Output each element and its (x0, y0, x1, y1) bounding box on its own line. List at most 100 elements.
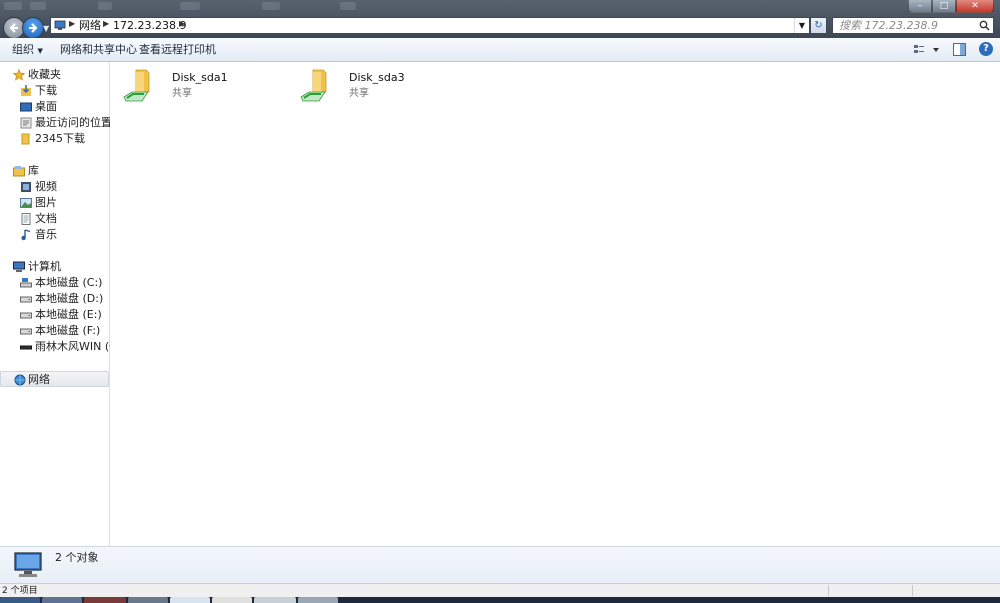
navigation-pane: 收藏夹 下载 桌面 最近访问的位置 2345下载 库 视频 图片 文档 音乐 计… (0, 62, 126, 546)
change-view-button[interactable] (913, 44, 941, 56)
folder-name: Disk_sda1 (172, 71, 228, 84)
address-history-dropdown[interactable]: ▼ (794, 18, 809, 33)
sidebar-item-label: 视频 (35, 180, 57, 193)
titlebar-decoration (340, 2, 356, 10)
recent-places-icon (20, 117, 32, 129)
organize-button[interactable]: 组织 ▼ (12, 43, 43, 58)
network-computer-icon (14, 552, 42, 577)
shared-folder-item[interactable]: Disk_sda3 共享 (299, 68, 479, 104)
refresh-icon: ↻ (814, 20, 823, 31)
search-input[interactable]: 搜索 172.23.238.9 (832, 17, 994, 34)
sidebar-item-downloads[interactable]: 下载 (0, 83, 109, 99)
sidebar-network-header[interactable]: 网络 (0, 371, 109, 387)
sidebar-computer-header[interactable]: 计算机 (0, 259, 109, 275)
remote-printers-button[interactable]: 查看远程打印机 (139, 43, 216, 57)
breadcrumb-host[interactable]: 172.23.238.9 (113, 19, 186, 33)
view-options-icon (914, 45, 939, 53)
address-bar[interactable]: ▶ 网络 ▶ 172.23.238.9 ▶ ▼ (50, 17, 810, 34)
breadcrumb-arrow-icon[interactable]: ▶ (179, 19, 185, 28)
maximize-button[interactable]: □ (932, 0, 956, 13)
sidebar-item-recent-places[interactable]: 最近访问的位置 (0, 115, 112, 131)
breadcrumb-arrow-icon[interactable]: ▶ (69, 19, 75, 28)
sidebar-item-videos[interactable]: 视频 (0, 179, 109, 195)
taskbar-button[interactable] (298, 597, 338, 603)
preview-pane-icon (953, 43, 966, 56)
preview-pane-button[interactable] (953, 43, 966, 59)
command-bar: 组织 ▼ 网络和共享中心 查看远程打印机 ? (0, 38, 1000, 62)
sidebar-section-title: 库 (28, 164, 39, 177)
sidebar-item-2345-downloads[interactable]: 2345下载 (0, 131, 109, 147)
taskbar-button[interactable] (128, 597, 168, 603)
hard-drive-icon (20, 312, 32, 319)
taskbar-button[interactable] (212, 597, 252, 603)
arrow-left-icon (9, 23, 18, 33)
taskbar-button[interactable] (254, 597, 296, 603)
sidebar-section-title: 网络 (28, 373, 50, 386)
taskbar-button[interactable] (84, 597, 126, 603)
shared-folder-icon (123, 69, 150, 102)
help-button[interactable]: ? (979, 42, 993, 56)
sidebar-favorites-header[interactable]: 收藏夹 (0, 67, 109, 83)
documents-icon (21, 213, 31, 225)
window-titlebar: – □ ✕ ▼ ▶ 网络 ▶ 172.23.238.9 ▶ ▼ ↻ 搜索 172… (0, 0, 1000, 39)
taskbar-button[interactable] (0, 597, 40, 603)
sidebar-item-drive-d[interactable]: 本地磁盘 (D:) (0, 291, 109, 307)
folder-subtitle: 共享 (172, 88, 192, 99)
forward-button[interactable] (22, 17, 44, 39)
shared-folder-item[interactable]: Disk_sda1 共享 (122, 68, 302, 104)
hard-drive-icon (20, 296, 32, 303)
videos-icon (21, 182, 31, 192)
titlebar-decoration (4, 2, 22, 10)
sidebar-item-desktop[interactable]: 桌面 (0, 99, 109, 115)
taskbar-button[interactable] (170, 597, 210, 603)
sidebar-item-label: 音乐 (35, 228, 57, 241)
sidebar-item-label: 本地磁盘 (D:) (35, 292, 104, 305)
file-list[interactable]: Disk_sda1 共享 Disk_sda3 共享 (110, 62, 1000, 546)
titlebar-decoration (262, 2, 280, 10)
breadcrumb-arrow-icon[interactable]: ▶ (103, 19, 109, 28)
sidebar-item-label: 最近访问的位置 (35, 116, 112, 129)
breadcrumb-network[interactable]: 网络 (79, 19, 101, 33)
search-icon[interactable] (979, 20, 990, 31)
recent-pages-dropdown[interactable]: ▼ (43, 24, 49, 33)
network-center-button[interactable]: 网络和共享中心 (60, 43, 137, 57)
desktop-icon (20, 102, 32, 112)
downloads-folder-icon (21, 85, 31, 96)
help-icon: ? (983, 43, 989, 54)
sidebar-item-label: 图片 (35, 196, 57, 209)
sidebar-item-label: 2345下载 (35, 132, 85, 145)
organize-label: 组织 (12, 43, 34, 56)
optical-drive-icon (20, 345, 32, 350)
sidebar-item-music[interactable]: 音乐 (0, 227, 109, 243)
window-controls: – □ ✕ (908, 0, 994, 13)
pictures-icon (20, 198, 32, 208)
refresh-button[interactable]: ↻ (810, 17, 827, 34)
sidebar-item-pictures[interactable]: 图片 (0, 195, 109, 211)
computer-icon (13, 261, 25, 272)
star-icon (13, 69, 25, 81)
taskbar (0, 597, 1000, 603)
sidebar-libraries-header[interactable]: 库 (0, 163, 109, 179)
sidebar-item-drive-e[interactable]: 本地磁盘 (E:) (0, 307, 109, 323)
sidebar-item-drive-c[interactable]: 本地磁盘 (C:) (0, 275, 109, 291)
folder-name: Disk_sda3 (349, 71, 405, 84)
arrow-right-icon (29, 23, 38, 33)
sidebar-item-documents[interactable]: 文档 (0, 211, 109, 227)
folder-subtitle: 共享 (349, 88, 369, 99)
titlebar-decoration (30, 2, 46, 10)
system-drive-icon (20, 278, 32, 288)
search-placeholder: 搜索 172.23.238.9 (839, 19, 938, 32)
sidebar-item-drive-f[interactable]: 本地磁盘 (F:) (0, 323, 109, 339)
item-count: 2 个项目 (2, 586, 38, 596)
network-icon (14, 374, 26, 386)
titlebar-decoration (98, 2, 112, 10)
status-bar: 2 个项目 (0, 583, 1000, 597)
taskbar-button[interactable] (42, 597, 82, 603)
close-button[interactable]: ✕ (956, 0, 994, 13)
hard-drive-icon (20, 328, 32, 335)
library-icon (13, 166, 25, 177)
status-divider (912, 585, 913, 596)
minimize-button[interactable]: – (908, 0, 932, 13)
chevron-down-icon: ▼ (37, 47, 43, 55)
sidebar-item-drive-g[interactable]: 雨林木风WIN (G:) (0, 339, 126, 355)
